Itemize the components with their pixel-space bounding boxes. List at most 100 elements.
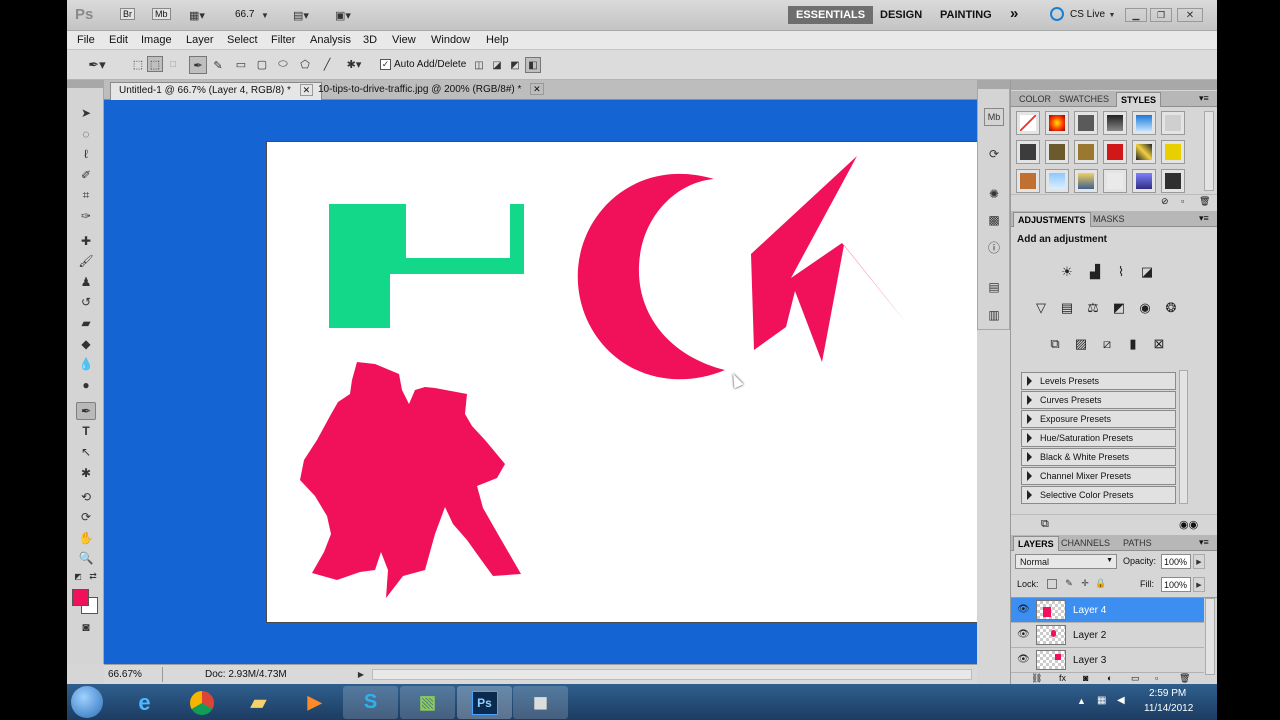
eye-icon[interactable]: 👁 [1017,604,1030,615]
custom-shape-option-icon[interactable]: ✱▾ [341,56,367,72]
link-layers-icon[interactable]: ⛓ [1031,673,1042,684]
brush-tool-icon[interactable]: 🖌 [76,252,96,270]
lock-all-icon[interactable]: 🔒 [1095,577,1107,589]
style-swatch[interactable] [1016,169,1040,193]
taskbar-chrome-icon[interactable] [174,686,229,719]
taskbar-skype-icon[interactable]: S [343,686,398,719]
workspace-design[interactable]: DESIGN [880,9,922,21]
clone-stamp-tool-icon[interactable]: ♟ [76,273,96,291]
delete-style-icon[interactable]: 🗑 [1199,196,1210,207]
3d-rotate-tool-icon[interactable]: ⟲ [76,488,96,506]
info-panel-icon[interactable]: ⓘ [984,238,1004,256]
taskbar-media-player-icon[interactable]: ▶ [287,686,342,719]
combine-path-icon[interactable]: ◫ [471,57,487,73]
panel-menu-icon[interactable]: ▾≡ [1199,213,1209,224]
new-adjustment-icon[interactable]: ◐ [1107,673,1112,683]
menu-window[interactable]: Window [431,34,470,46]
spot-healing-tool-icon[interactable]: ✚ [76,232,96,250]
workspace-painting[interactable]: PAINTING [940,9,992,21]
lock-transparency-icon[interactable] [1047,579,1057,589]
posterize-icon[interactable]: ▨ [1071,334,1091,354]
menu-image[interactable]: Image [141,34,172,46]
ellipse-option-icon[interactable]: ⬭ [275,56,291,72]
preset-black-white[interactable]: Black & White Presets [1021,448,1176,466]
invert-icon[interactable]: ⧉ [1045,334,1065,354]
adjustment-options-icon[interactable]: ◉◉ [1179,518,1198,531]
paragraph-panel-icon[interactable]: ▤ [984,278,1004,296]
marquee-tool-icon[interactable]: ◌ [76,125,96,143]
lasso-tool-icon[interactable]: ℓ [76,145,96,163]
status-menu-arrow-icon[interactable]: ▶ [356,668,366,680]
layer-row[interactable]: 👁 Layer 2 [1011,623,1204,648]
clear-style-icon[interactable]: ⊘ [1161,196,1169,207]
status-zoom-field[interactable]: 66.67% [108,669,142,680]
menu-edit[interactable]: Edit [109,34,128,46]
style-swatch[interactable] [1045,111,1069,135]
rectangle-option-icon[interactable]: ▭ [233,56,249,72]
pen-tool-preset-icon[interactable]: ✒▾ [81,55,113,75]
layer-row[interactable]: 👁 Layer 4 [1011,598,1204,623]
black-white-icon[interactable]: ◩ [1109,298,1129,318]
screen-mode-icon[interactable]: ▣▾ [328,7,358,23]
default-colors-icon[interactable]: ◩ [71,570,85,582]
style-swatch[interactable] [1103,140,1127,164]
return-to-list-icon[interactable]: ⧉ [1041,518,1049,531]
style-swatch[interactable] [1045,140,1069,164]
style-swatch[interactable] [1103,169,1127,193]
fill-pixels-icon[interactable]: □ [165,56,181,72]
path-selection-tool-icon[interactable]: ↖ [76,443,96,461]
arrange-documents-icon[interactable]: ▤▾ [286,7,316,23]
tab-adjustments[interactable]: ADJUSTMENTS [1013,212,1091,227]
curves-icon[interactable]: ⌇ [1111,262,1131,282]
style-swatch[interactable] [1074,169,1098,193]
menu-file[interactable]: File [77,34,95,46]
menu-view[interactable]: View [392,34,416,46]
style-swatch[interactable] [1045,169,1069,193]
opacity-field[interactable]: 100% [1161,554,1191,569]
presets-scrollbar[interactable] [1179,370,1188,504]
preset-channel-mixer[interactable]: Channel Mixer Presets [1021,467,1176,485]
taskbar-ie-icon[interactable]: e [117,686,172,719]
swap-colors-icon[interactable]: ⇄ [87,570,99,582]
levels-icon[interactable]: ▟ [1085,262,1105,282]
zoom-level-field[interactable]: 66.7 [235,9,254,20]
delete-layer-icon[interactable]: 🗑 [1179,673,1190,684]
new-group-icon[interactable]: ▭ [1131,673,1140,684]
clock-date[interactable]: 11/14/2012 [1144,703,1193,714]
bridge-button[interactable]: Br [120,8,135,20]
clock-time[interactable]: 2:59 PM [1149,688,1186,699]
paths-mode-icon[interactable]: ⬚ [147,56,163,72]
preset-levels[interactable]: Levels Presets [1021,372,1176,390]
menu-filter[interactable]: Filter [271,34,295,46]
cs-live-button[interactable]: CS Live [1070,9,1105,20]
red-lightning-shape[interactable] [751,156,907,362]
3d-orbit-tool-icon[interactable]: ⟳ [76,508,96,526]
preset-exposure[interactable]: Exposure Presets [1021,410,1176,428]
mini-bridge-panel-icon[interactable]: Mb [984,108,1004,126]
quick-mask-icon[interactable]: ◙ [76,618,96,636]
style-swatch[interactable] [1074,111,1098,135]
pen-tool-icon[interactable]: ✒ [76,402,96,420]
taskbar-explorer-icon[interactable]: ▰ [231,686,286,719]
opacity-slider-arrow-icon[interactable]: ▶ [1193,554,1205,569]
style-swatch[interactable] [1132,111,1156,135]
rounded-rectangle-option-icon[interactable]: ▢ [254,56,270,72]
type-tool-icon[interactable]: T [76,422,96,440]
style-swatch[interactable] [1161,111,1185,135]
brightness-contrast-icon[interactable]: ☀ [1057,262,1077,282]
panel-menu-icon[interactable]: ▾≡ [1199,93,1209,104]
gradient-map-icon[interactable]: ▮ [1123,334,1143,354]
gradient-tool-icon[interactable]: ◆ [76,335,96,353]
freeform-pen-option-icon[interactable]: ✎ [209,56,227,74]
eyedropper-tool-icon[interactable]: ✑ [76,207,96,225]
new-layer-icon[interactable]: ▫ [1155,673,1158,683]
layer-style-icon[interactable]: fx [1059,673,1066,683]
eye-icon[interactable]: 👁 [1017,654,1030,665]
panel-menu-icon[interactable]: ▾≡ [1199,537,1209,548]
vibrance-icon[interactable]: ▽ [1031,298,1051,318]
start-button-icon[interactable] [71,686,103,718]
add-mask-icon[interactable]: ◙ [1083,673,1088,683]
style-swatch[interactable] [1016,140,1040,164]
document-canvas[interactable] [266,141,977,623]
style-swatch[interactable] [1161,169,1185,193]
